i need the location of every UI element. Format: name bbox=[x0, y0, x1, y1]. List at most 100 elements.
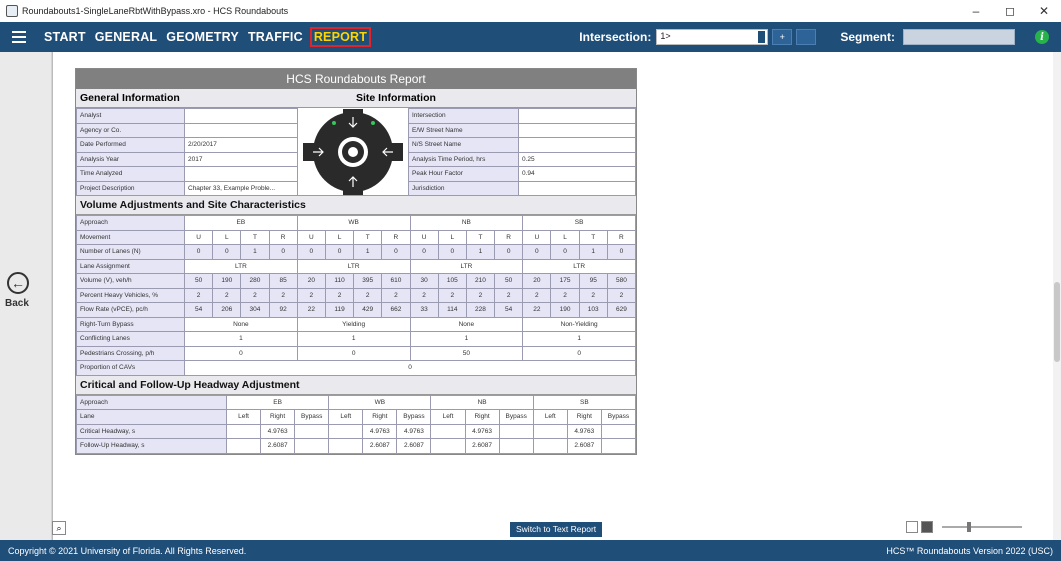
menu-general[interactable]: GENERAL bbox=[93, 28, 160, 46]
close-button[interactable]: ✕ bbox=[1027, 0, 1061, 22]
movement-header: T bbox=[240, 229, 270, 245]
pedestrians-value: 0 bbox=[296, 345, 411, 361]
lane-assignment-value: LTR bbox=[184, 258, 298, 274]
menu-report[interactable]: REPORT bbox=[309, 27, 372, 47]
maximize-button[interactable]: ◻ bbox=[993, 0, 1027, 22]
movement-header: L bbox=[550, 229, 580, 245]
headway-cell: 4.9763 bbox=[260, 423, 296, 439]
lane-assignment-value: LTR bbox=[409, 258, 524, 274]
volume-cell: 22 bbox=[296, 302, 326, 318]
volume-cell: 0 bbox=[324, 244, 355, 260]
menu-start[interactable]: START bbox=[42, 28, 88, 46]
headway-cell bbox=[225, 438, 262, 454]
headway-cell bbox=[430, 423, 466, 439]
lane-header: Bypass bbox=[396, 409, 432, 425]
volume-cell: 304 bbox=[240, 302, 270, 318]
approach-header: NB bbox=[409, 215, 524, 231]
table-row: Critical Headway, s 4.9763 4.9763 4.9763 4.9… bbox=[76, 423, 637, 439]
volume-cell: 190 bbox=[212, 273, 242, 289]
headway-cell bbox=[600, 423, 637, 439]
volume-cell: 190 bbox=[550, 302, 580, 318]
site-info-value bbox=[518, 108, 636, 124]
volume-cell: 662 bbox=[381, 302, 411, 318]
movement-header: U bbox=[409, 229, 439, 245]
lane-header: Left bbox=[328, 409, 364, 425]
vertical-scrollbar[interactable] bbox=[1053, 52, 1061, 540]
table-row: Jurisdiction bbox=[408, 180, 636, 196]
info-icon[interactable]: i bbox=[1035, 30, 1049, 44]
segment-select[interactable] bbox=[903, 29, 1015, 45]
volume-cell: 210 bbox=[465, 273, 496, 289]
intersection-next-button[interactable] bbox=[796, 29, 817, 45]
back-arrow-icon[interactable]: ← bbox=[7, 272, 29, 294]
volume-cell: 2 bbox=[353, 287, 383, 303]
scrollbar-thumb[interactable] bbox=[1054, 282, 1060, 362]
table-row: Volume (V), veh/h 50 190 280 85 20 110 395 610 30… bbox=[76, 273, 637, 289]
general-info-label: Agency or Co. bbox=[76, 122, 185, 138]
table-row: Analysis Year 2017 bbox=[76, 151, 298, 167]
pedestrians-value: 0 bbox=[522, 345, 636, 361]
volume-cell: 1 bbox=[353, 244, 383, 260]
volume-cell: 0 bbox=[409, 244, 439, 260]
volume-cell: 105 bbox=[437, 273, 467, 289]
table-row: Project Description Chapter 33, Example P… bbox=[76, 180, 298, 196]
movement-header: R bbox=[606, 229, 637, 245]
table-row: E/W Street Name bbox=[408, 122, 636, 138]
intersection-label: Intersection: bbox=[579, 30, 652, 44]
window-title: Roundabouts1-SingleLaneRbtWithBypass.xro… bbox=[22, 6, 289, 16]
volume-cell: 629 bbox=[606, 302, 637, 318]
headway-cell: 4.9763 bbox=[566, 423, 602, 439]
bypass-value: Non-Yielding bbox=[522, 316, 636, 332]
general-info-label: Analyst bbox=[76, 108, 185, 124]
single-page-view-icon[interactable] bbox=[906, 521, 918, 533]
back-label[interactable]: Back bbox=[5, 298, 29, 309]
intersection-add-button[interactable]: + bbox=[772, 29, 793, 45]
report-document: HCS Roundabouts Report General Informati… bbox=[75, 68, 637, 455]
roundabout-diagram-icon bbox=[303, 108, 403, 195]
headway-cell bbox=[294, 423, 330, 439]
general-info-header: General Information bbox=[76, 89, 352, 108]
general-info-table: Analyst Agency or Co. Date Performed 2/20/2… bbox=[76, 108, 298, 196]
volume-cell: 0 bbox=[296, 244, 326, 260]
conflicting-lanes-value: 1 bbox=[409, 331, 524, 347]
volume-cell: 2 bbox=[324, 287, 355, 303]
headway-table: Approach EB WB NB SB Lane Left Right Bypass Left R… bbox=[76, 394, 637, 454]
status-bar: Copyright © 2021 University of Florida. … bbox=[0, 540, 1061, 561]
pedestrians-label: Pedestrians Crossing, p/h bbox=[76, 345, 185, 361]
volume-row-label: Number of Lanes (N) bbox=[76, 244, 185, 260]
general-info-label: Project Description bbox=[76, 180, 185, 196]
version-text: HCS™ Roundabouts Version 2022 (USC) bbox=[886, 545, 1053, 556]
headway-cell bbox=[328, 438, 364, 454]
volume-cell: 429 bbox=[353, 302, 383, 318]
volume-cell: 33 bbox=[409, 302, 439, 318]
copyright-text: Copyright © 2021 University of Florida. … bbox=[8, 545, 247, 556]
zoom-slider[interactable] bbox=[942, 522, 1022, 532]
menu-traffic[interactable]: TRAFFIC bbox=[246, 28, 305, 46]
segment-label: Segment: bbox=[840, 30, 895, 44]
table-row: Follow-Up Headway, s 2.6087 2.6087 2.6087 2.… bbox=[76, 438, 637, 454]
site-info-label: E/W Street Name bbox=[408, 122, 519, 138]
movement-header: T bbox=[353, 229, 383, 245]
approach-header: EB bbox=[225, 394, 330, 410]
multi-page-view-icon[interactable] bbox=[921, 521, 933, 533]
menu-geometry[interactable]: GEOMETRY bbox=[164, 28, 241, 46]
headway-cell: 4.9763 bbox=[464, 423, 500, 439]
left-nav-panel: ← Back bbox=[0, 52, 52, 540]
table-row: Intersection bbox=[408, 108, 636, 124]
hamburger-menu-icon[interactable] bbox=[12, 31, 26, 43]
volume-cell: 2 bbox=[212, 287, 242, 303]
minimize-button[interactable]: – bbox=[959, 0, 993, 22]
zoom-search-icon[interactable]: ⌕ bbox=[52, 521, 66, 535]
switch-to-text-report-button[interactable]: Switch to Text Report bbox=[510, 522, 603, 537]
volume-cell: 395 bbox=[353, 273, 383, 289]
volume-cell: 0 bbox=[494, 244, 524, 260]
zoom-slider-knob[interactable] bbox=[967, 522, 971, 532]
volume-cell: 1 bbox=[465, 244, 496, 260]
headway-cell: 2.6087 bbox=[260, 438, 296, 454]
approach-header: EB bbox=[184, 215, 298, 231]
approach-header: WB bbox=[328, 394, 432, 410]
volume-cell: 0 bbox=[437, 244, 467, 260]
approach-header: WB bbox=[296, 215, 411, 231]
volume-cell: 54 bbox=[183, 302, 214, 318]
intersection-select[interactable]: 1> bbox=[656, 29, 769, 45]
